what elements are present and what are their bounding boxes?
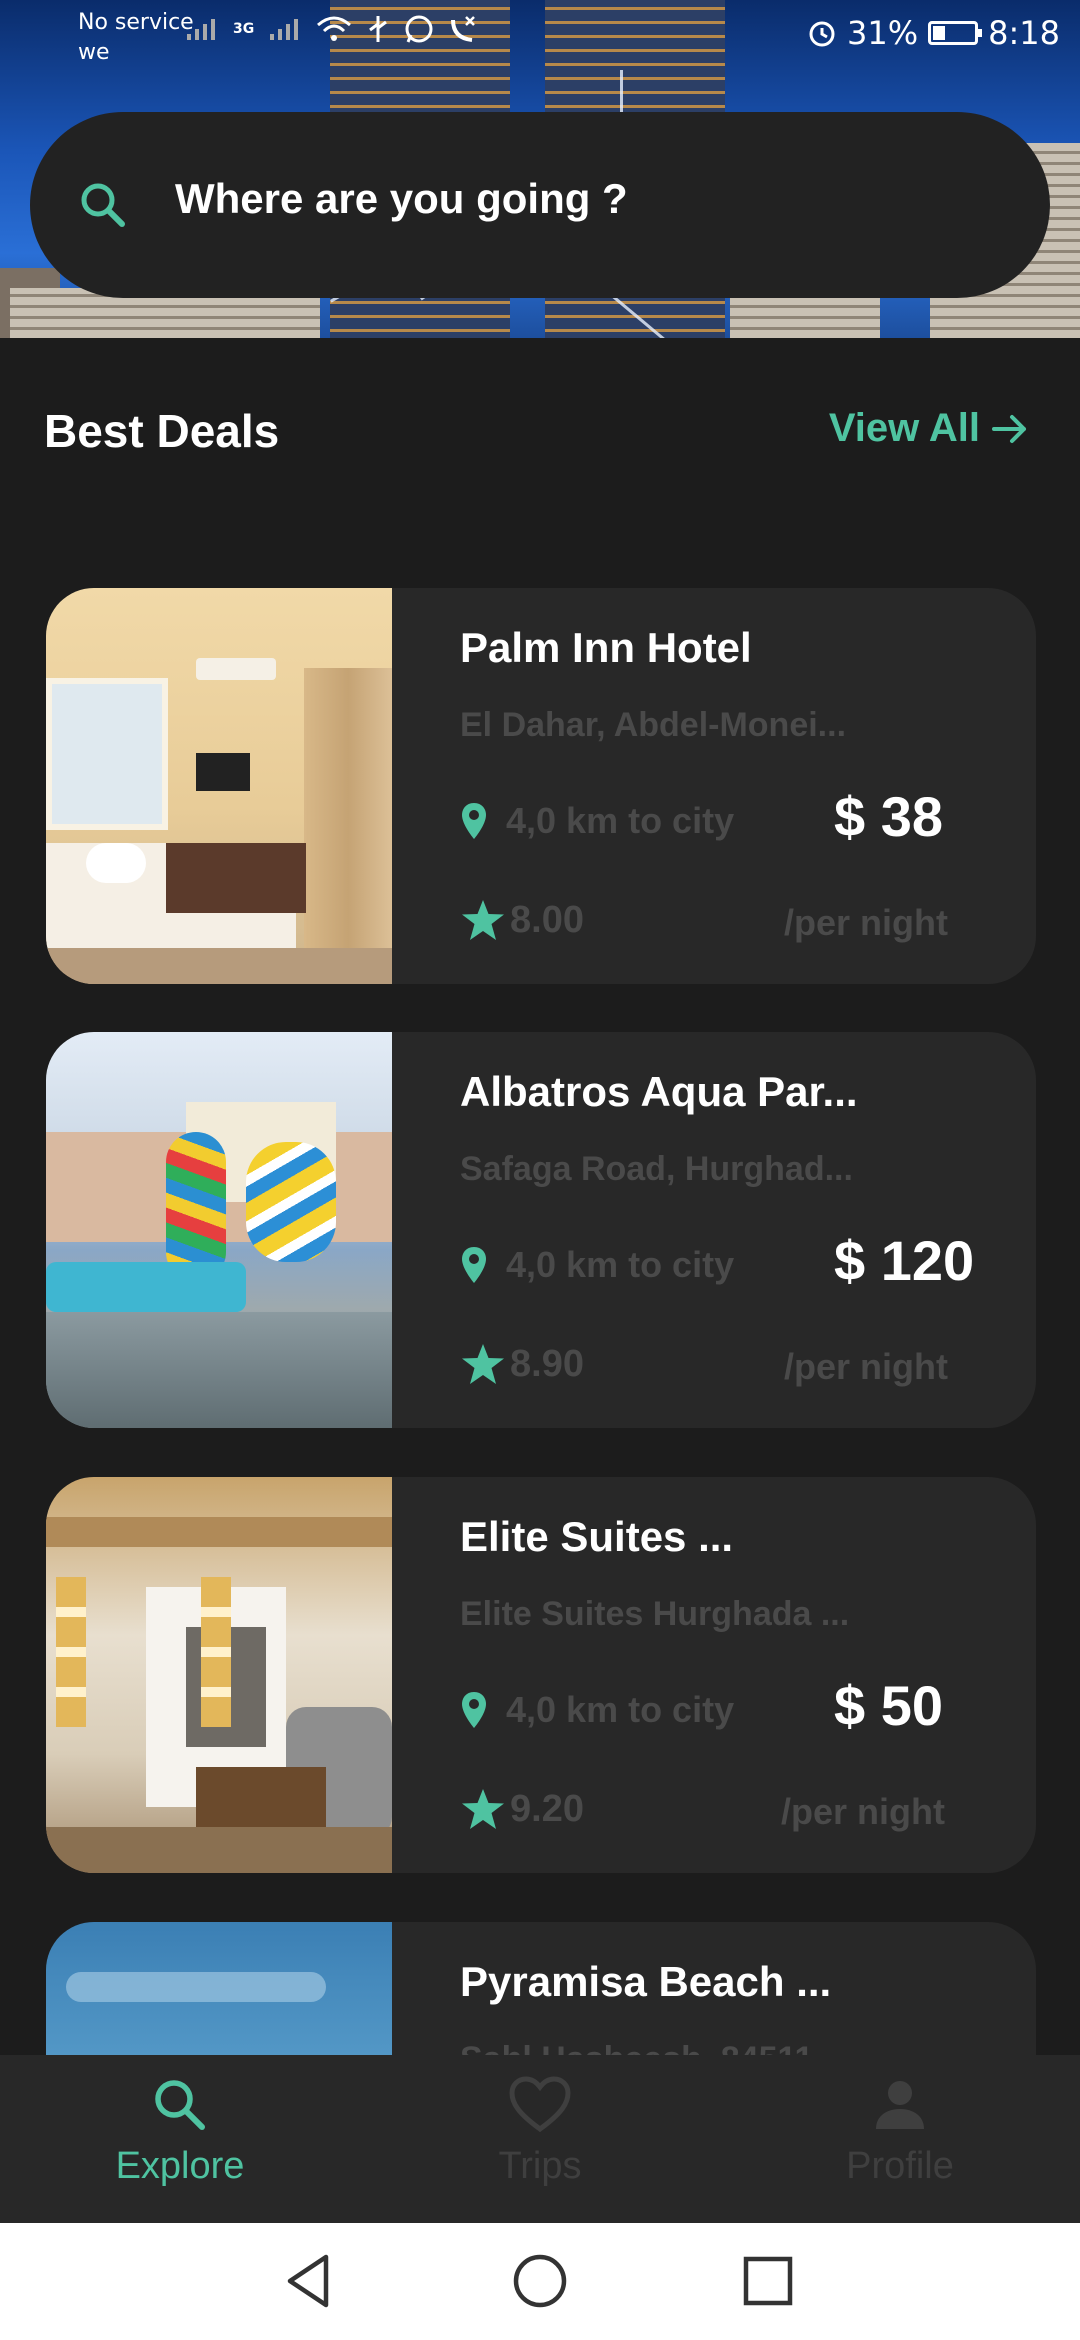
distance-row: 4,0 km to city [460,800,734,842]
hotel-image [46,1922,392,2055]
deals-list: Palm Inn Hotel El Dahar, Abdel-Monei... … [0,0,1080,2055]
location-pin-icon [462,1692,486,1728]
nav-trips[interactable]: Trips [390,2075,690,2188]
hotel-name: Elite Suites ... [460,1513,734,1560]
hotel-name: Palm Inn Hotel [460,624,752,671]
heart-icon [509,2076,571,2133]
per-night-label: /per night [781,1791,945,1832]
per-night-label: /per night [784,1346,948,1387]
rating-value: 8.00 [510,898,584,941]
deal-card[interactable]: Palm Inn Hotel El Dahar, Abdel-Monei... … [46,588,1036,984]
home-icon[interactable] [510,2251,570,2311]
distance-row: 4,0 km to city [460,1244,734,1286]
back-icon[interactable] [280,2251,340,2311]
person-icon [876,2081,924,2129]
hotel-address: El Dahar, Abdel-Monei... [460,706,847,744]
hotel-address: Elite Suites Hurghada ... [460,1595,850,1633]
rating-row: 8.90 [460,1342,584,1386]
per-night-label: /per night [784,902,948,943]
distance-text: 4,0 km to city [506,1244,735,1285]
location-pin-icon [462,1247,486,1283]
distance-text: 4,0 km to city [506,800,735,841]
star-icon [462,900,504,940]
deal-card[interactable]: Pyramisa Beach ... Sahl Hasheesh, 84511 [46,1922,1036,2055]
bottom-navigation: Explore Trips Profile [0,2055,1080,2223]
nav-explore[interactable]: Explore [30,2075,330,2188]
price: $ 50 [834,1674,943,1737]
recents-icon[interactable] [738,2251,798,2311]
rating-value: 9.20 [510,1787,584,1830]
location-pin-icon [462,803,486,839]
star-icon [462,1789,504,1829]
distance-text: 4,0 km to city [506,1689,735,1730]
star-icon [462,1344,504,1384]
nav-profile[interactable]: Profile [750,2075,1050,2188]
search-icon [155,2080,205,2130]
nav-label: Trips [498,2145,582,2187]
deal-card[interactable]: Albatros Aqua Par... Safaga Road, Hurgha… [46,1032,1036,1428]
hotel-name: Albatros Aqua Par... [460,1068,858,1115]
price: $ 38 [834,785,943,848]
hotel-address: Sahl Hasheesh, 84511 [460,2040,813,2055]
nav-label: Explore [115,2145,245,2187]
distance-row: 4,0 km to city [460,1689,734,1731]
hotel-image [46,1477,392,1873]
rating-row: 8.00 [460,898,584,942]
price: $ 120 [834,1229,975,1292]
rating-value: 8.90 [510,1342,584,1385]
hotel-image [46,588,392,984]
hotel-address: Safaga Road, Hurghad... [460,1150,853,1188]
system-navigation-bar [0,2223,1080,2340]
nav-label: Profile [846,2145,954,2187]
hotel-name: Pyramisa Beach ... [460,1958,832,2005]
hotel-image [46,1032,392,1428]
rating-row: 9.20 [460,1787,584,1831]
deal-card[interactable]: Elite Suites ... Elite Suites Hurghada .… [46,1477,1036,1873]
